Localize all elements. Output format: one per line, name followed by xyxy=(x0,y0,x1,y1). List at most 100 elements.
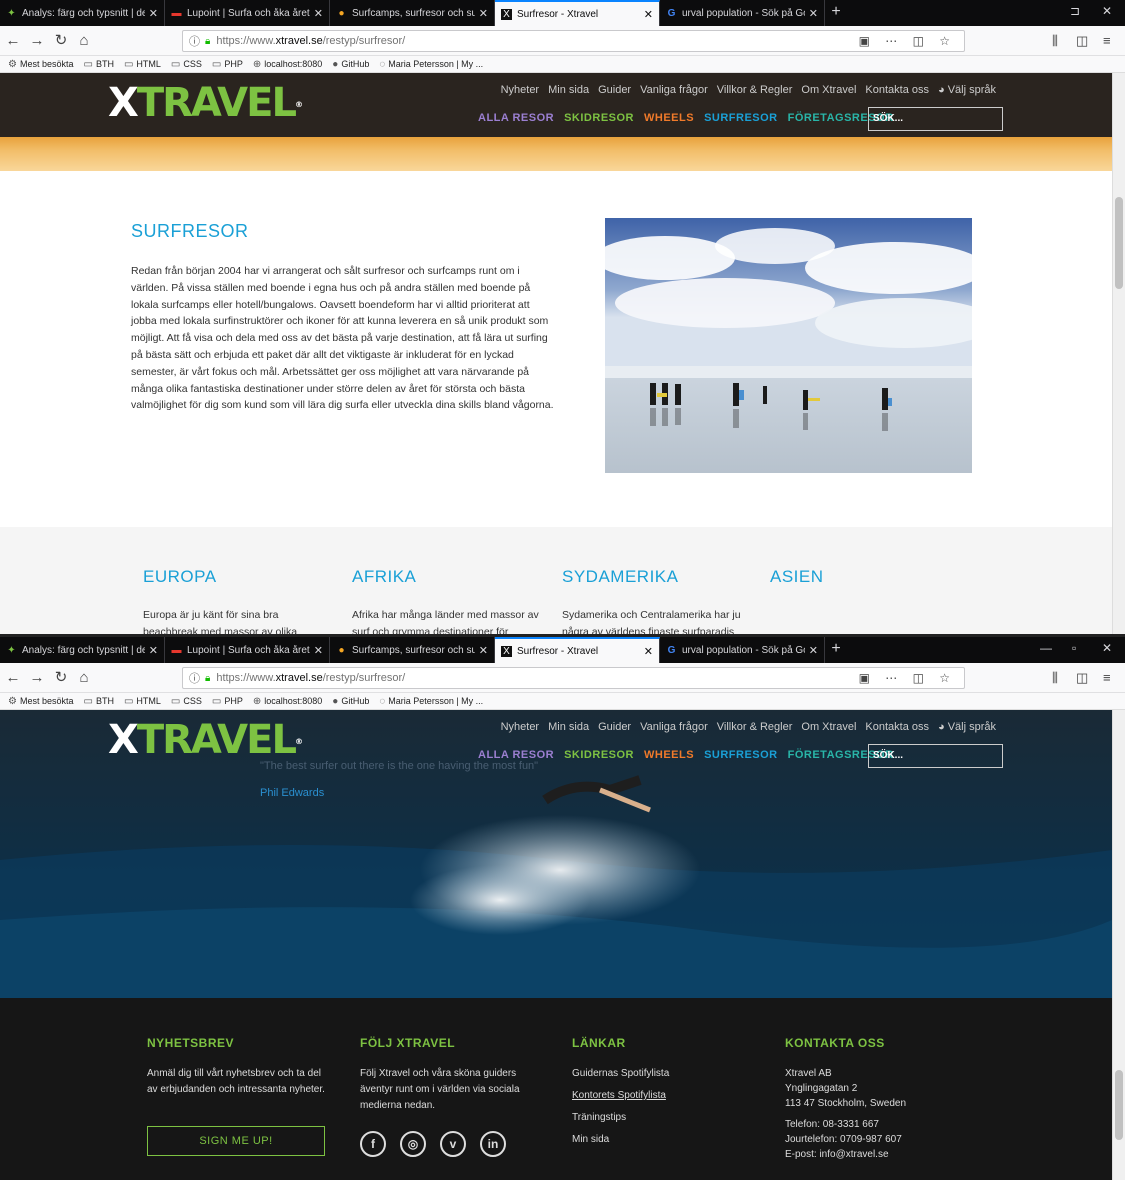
forward-icon[interactable]: → xyxy=(28,32,46,50)
nav-kontakt[interactable]: Kontakta oss xyxy=(865,721,929,733)
link-guidernas-spotify[interactable]: Guidernas Spotifylista xyxy=(572,1068,757,1079)
language-selector[interactable]: ◕ Välj språk xyxy=(938,84,996,96)
xtravel-logo[interactable]: XTRAVEL® xyxy=(108,83,303,123)
scrollbar[interactable] xyxy=(1112,73,1125,634)
menu-icon[interactable]: ≡ xyxy=(1103,33,1111,48)
bookmark-item[interactable]: ▭ BTH xyxy=(84,696,114,707)
nav-guider[interactable]: Guider xyxy=(598,721,631,733)
url-bar[interactable]: ⓘ 🔒︎ https://www. xtravel.se/restyp/surfr… xyxy=(182,30,965,52)
maximize-icon[interactable]: ▫ xyxy=(1072,641,1076,655)
tab-xtravel[interactable]: X Surfresor - Xtravel ✕ xyxy=(495,0,660,26)
back-icon[interactable]: ← xyxy=(4,669,22,687)
close-window-icon[interactable]: ✕ xyxy=(1102,4,1112,18)
minimize-icon[interactable]: ⊐ xyxy=(1070,4,1080,18)
bookmark-item[interactable]: ▭ BTH xyxy=(84,59,114,70)
bookmark-item[interactable]: ▭ PHP xyxy=(212,59,243,70)
new-tab-button[interactable]: + xyxy=(828,3,844,21)
tab-xtravel[interactable]: X Surfresor - Xtravel ✕ xyxy=(495,637,660,663)
bookmark-item[interactable]: ● GitHub xyxy=(332,696,369,707)
nav-faq[interactable]: Vanliga frågor xyxy=(640,721,708,733)
instagram-icon[interactable]: ◎ xyxy=(400,1131,426,1157)
library-icon[interactable]: ⫼ xyxy=(1052,33,1058,49)
bookmark-item[interactable]: ⚙ Mest besökta xyxy=(8,696,74,707)
link-traningstips[interactable]: Träningstips xyxy=(572,1112,757,1123)
xtravel-logo[interactable]: XTRAVEL® xyxy=(108,720,303,760)
library-icon[interactable]: ⫼ xyxy=(1052,670,1058,686)
region-afrika[interactable]: AFRIKA Afrika har många länder med massor… xyxy=(352,567,542,634)
close-icon[interactable]: ✕ xyxy=(644,645,653,658)
contact-phone[interactable]: Telefon: 08-3331 667 xyxy=(785,1119,970,1130)
home-icon[interactable]: ⌂ xyxy=(75,669,93,687)
menu-icon[interactable]: ≡ xyxy=(1103,670,1111,685)
close-icon[interactable]: ✕ xyxy=(809,7,818,20)
bookmark-item[interactable]: ◌ Maria Petersson | My ... xyxy=(379,59,483,70)
search-input[interactable]: SÖK... xyxy=(868,744,1003,768)
bookmark-item[interactable]: ▭ HTML xyxy=(124,696,161,707)
nav-alla-resor[interactable]: ALLA RESOR xyxy=(478,112,554,124)
nav-wheels[interactable]: WHEELS xyxy=(644,112,694,124)
tab-lupoint[interactable]: ▬Lupoint | Surfa och åka året runt✕ xyxy=(165,0,330,26)
nav-wheels[interactable]: WHEELS xyxy=(644,749,694,761)
bookmark-item[interactable]: ◌ Maria Petersson | My ... xyxy=(379,696,483,707)
new-tab-button[interactable]: + xyxy=(828,640,844,658)
page-actions-icon[interactable]: ▣ ⋯ ◫ ☆ xyxy=(859,34,956,48)
close-icon[interactable]: ✕ xyxy=(479,7,488,20)
language-selector[interactable]: ◕ Välj språk xyxy=(938,721,996,733)
page-actions-icon[interactable]: ▣ ⋯ ◫ ☆ xyxy=(859,671,956,685)
nav-nyheter[interactable]: Nyheter xyxy=(501,84,540,96)
scrollbar[interactable] xyxy=(1112,710,1125,1180)
nav-guider[interactable]: Guider xyxy=(598,84,631,96)
nav-surfresor[interactable]: SURFRESOR xyxy=(704,749,778,761)
linkedin-icon[interactable]: in xyxy=(480,1131,506,1157)
vimeo-icon[interactable]: v xyxy=(440,1131,466,1157)
tab-google[interactable]: Gurval population - Sök på Goog✕ xyxy=(660,637,825,663)
nav-villkor[interactable]: Villkor & Regler xyxy=(717,721,793,733)
bookmark-item[interactable]: ▭ PHP xyxy=(212,696,243,707)
reload-icon[interactable]: ↻ xyxy=(52,669,70,687)
sidebar-icon[interactable]: ◫ xyxy=(1076,33,1088,49)
tab-analys[interactable]: ✦Analys: färg och typsnitt | desig✕ xyxy=(0,637,165,663)
nav-nyheter[interactable]: Nyheter xyxy=(501,721,540,733)
info-icon[interactable]: ⓘ xyxy=(189,33,200,49)
nav-villkor[interactable]: Villkor & Regler xyxy=(717,84,793,96)
signup-button[interactable]: SIGN ME UP! xyxy=(147,1126,325,1156)
contact-email[interactable]: E-post: info@xtravel.se xyxy=(785,1149,970,1160)
quote-author-link[interactable]: Phil Edwards xyxy=(260,787,324,799)
close-icon[interactable]: ✕ xyxy=(314,644,323,657)
close-window-icon[interactable]: ✕ xyxy=(1102,641,1112,655)
bookmark-item[interactable]: ▭ CSS xyxy=(171,59,202,70)
link-min-sida[interactable]: Min sida xyxy=(572,1134,757,1145)
close-icon[interactable]: ✕ xyxy=(314,7,323,20)
region-sydamerika[interactable]: SYDAMERIKA Sydamerika och Centralamerika … xyxy=(562,567,752,634)
close-icon[interactable]: ✕ xyxy=(149,644,158,657)
reload-icon[interactable]: ↻ xyxy=(52,32,70,50)
bookmark-item[interactable]: ● GitHub xyxy=(332,59,369,70)
bookmark-item[interactable]: ⊕ localhost:8080 xyxy=(253,696,322,707)
url-bar[interactable]: ⓘ 🔒︎ https://www. xtravel.se/restyp/surfr… xyxy=(182,667,965,689)
info-icon[interactable]: ⓘ xyxy=(189,670,200,686)
back-icon[interactable]: ← xyxy=(4,32,22,50)
forward-icon[interactable]: → xyxy=(28,669,46,687)
nav-surfresor[interactable]: SURFRESOR xyxy=(704,112,778,124)
nav-om[interactable]: Om Xtravel xyxy=(801,721,856,733)
contact-jour-phone[interactable]: Jourtelefon: 0709-987 607 xyxy=(785,1134,970,1145)
home-icon[interactable]: ⌂ xyxy=(75,32,93,50)
sidebar-icon[interactable]: ◫ xyxy=(1076,670,1088,686)
bookmark-item[interactable]: ⊕ localhost:8080 xyxy=(253,59,322,70)
scrollbar-thumb[interactable] xyxy=(1115,1070,1123,1140)
nav-kontakt[interactable]: Kontakta oss xyxy=(865,84,929,96)
nav-skidresor[interactable]: SKIDRESOR xyxy=(564,112,634,124)
bookmark-item[interactable]: ▭ CSS xyxy=(171,696,202,707)
tab-surfcamps[interactable]: ●Surfcamps, surfresor och surfsko✕ xyxy=(330,0,495,26)
nav-min-sida[interactable]: Min sida xyxy=(548,721,589,733)
minimize-icon[interactable]: — xyxy=(1040,641,1052,655)
tab-surfcamps[interactable]: ●Surfcamps, surfresor och surfsko✕ xyxy=(330,637,495,663)
region-europa[interactable]: EUROPA Europa är ju känt för sina bra bea… xyxy=(143,567,333,634)
tab-google[interactable]: Gurval population - Sök på Goog✕ xyxy=(660,0,825,26)
facebook-icon[interactable]: f xyxy=(360,1131,386,1157)
bookmark-item[interactable]: ⚙ Mest besökta xyxy=(8,59,74,70)
region-asien[interactable]: ASIEN xyxy=(770,567,960,607)
close-icon[interactable]: ✕ xyxy=(479,644,488,657)
close-icon[interactable]: ✕ xyxy=(149,7,158,20)
scrollbar-thumb[interactable] xyxy=(1115,197,1123,289)
